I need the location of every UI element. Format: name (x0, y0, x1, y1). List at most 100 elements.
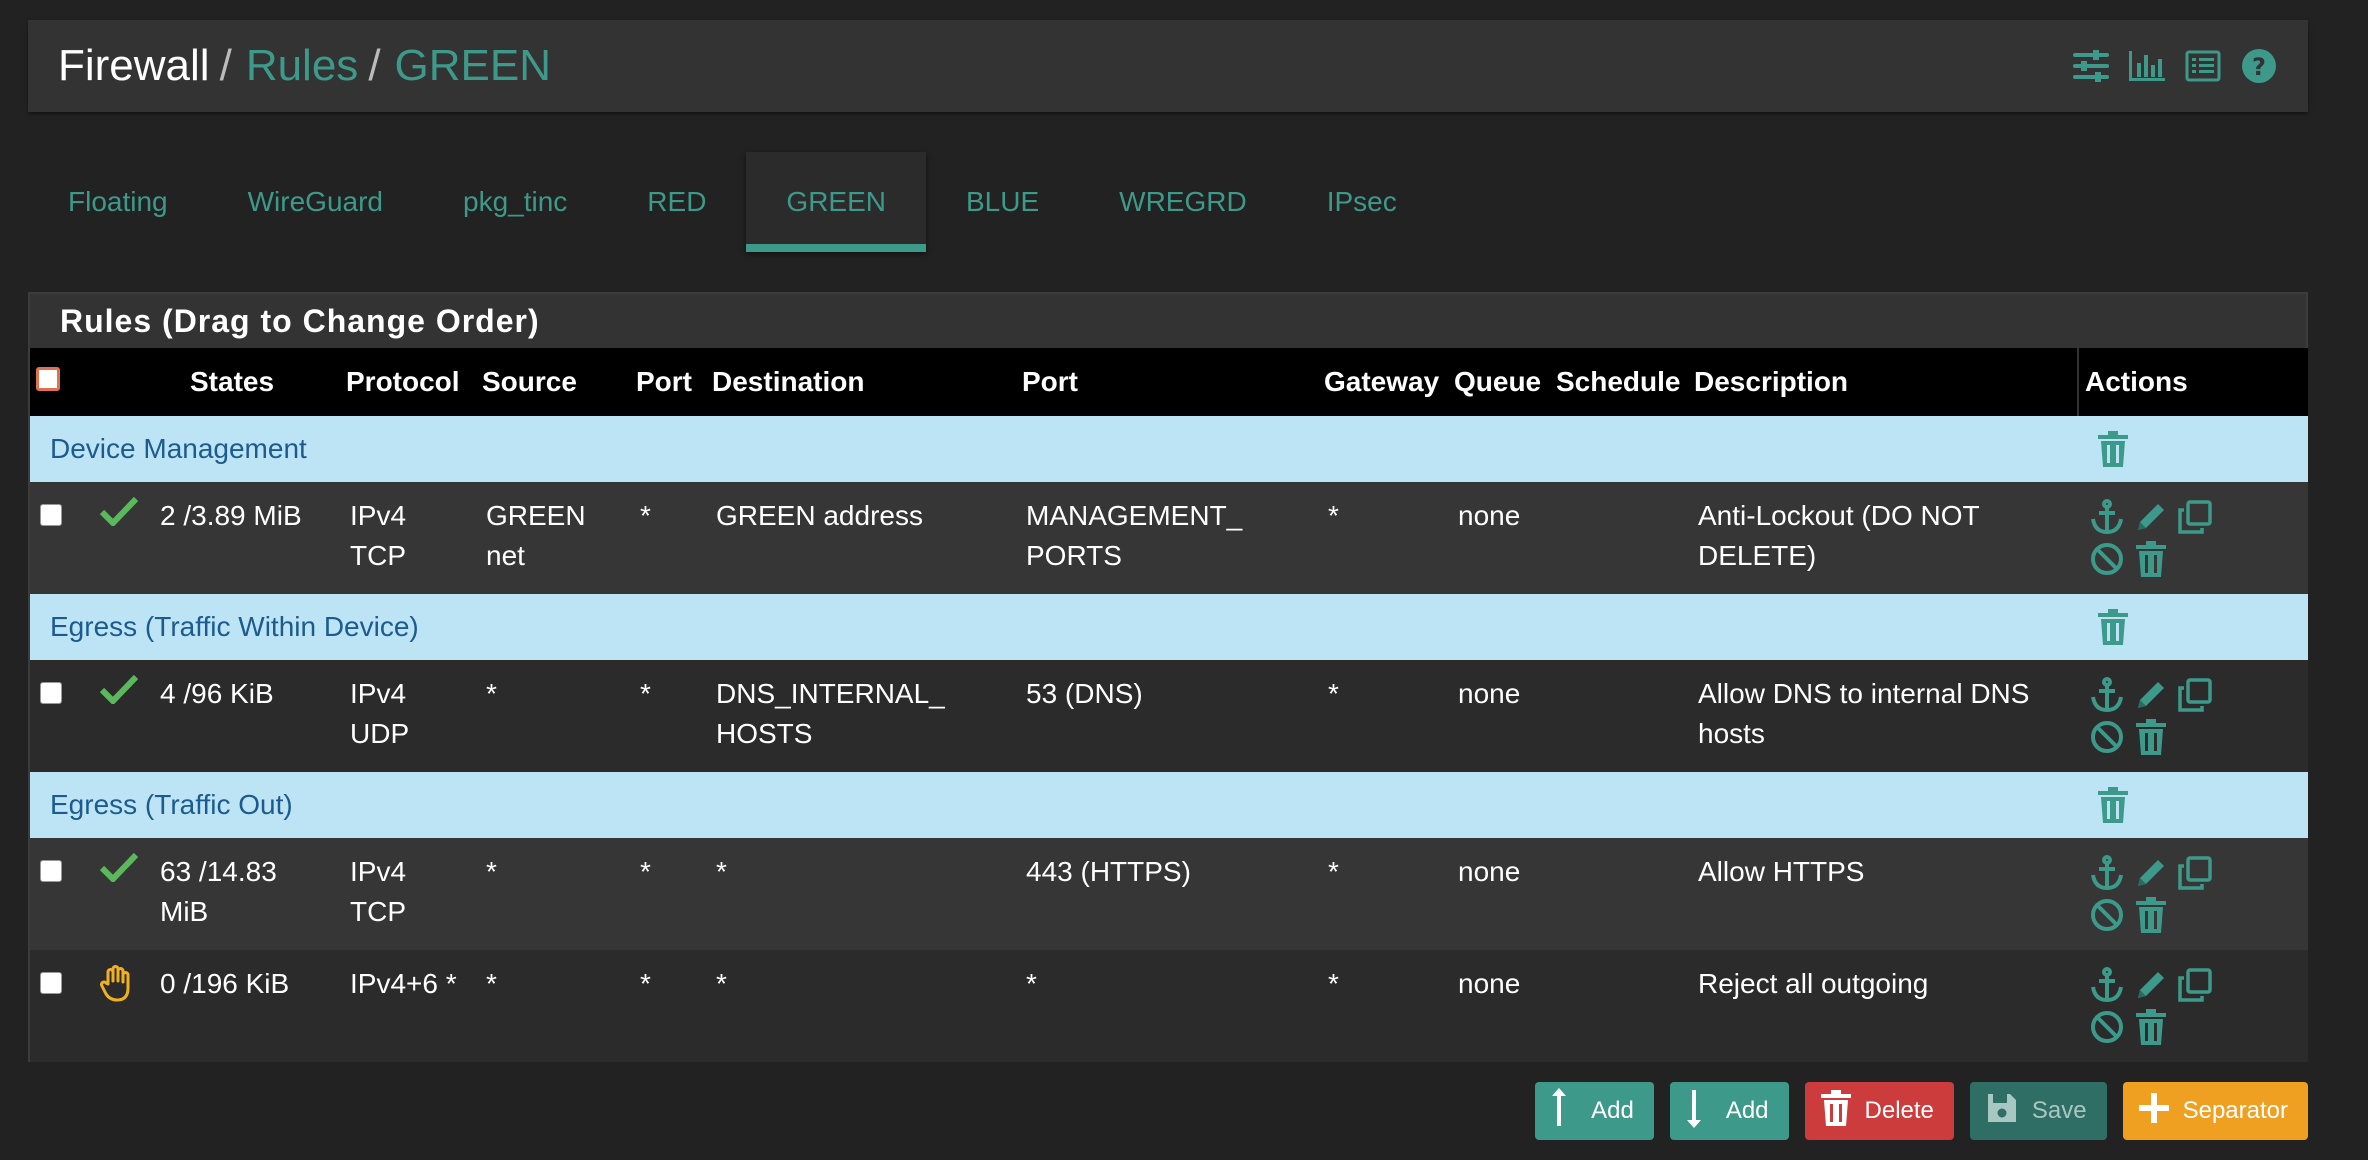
rule-row[interactable]: 4 /96 KiB IPv4 UDP * * DNS_INTERNAL_ HOSTS… (30, 660, 2308, 772)
copy-icon[interactable] (2176, 854, 2214, 892)
rule-source-port: * (640, 678, 651, 709)
trash-icon[interactable] (2132, 896, 2170, 934)
add-bottom-button[interactable]: Add (1669, 1082, 1789, 1140)
rule-dest-port-alias[interactable]: MANAGEMENT_ PORTS (1016, 482, 1318, 594)
protocol-line: TCP (350, 896, 406, 927)
add-separator-button[interactable]: Separator (2122, 1082, 2308, 1140)
anchor-icon[interactable] (2088, 498, 2126, 536)
rule-checkbox[interactable] (40, 860, 62, 882)
rule-states[interactable]: 0 /196 KiB (150, 950, 340, 1062)
pencil-icon[interactable] (2132, 498, 2170, 536)
tab-blue[interactable]: BLUE (926, 152, 1079, 252)
hand-stop-icon[interactable] (100, 965, 134, 1008)
rule-dest-port: 53 (DNS) (1026, 678, 1143, 709)
rule-checkbox[interactable] (40, 682, 62, 704)
rule-queue: none (1458, 968, 1521, 999)
rule-row[interactable]: 2 /3.89 MiB IPv4 TCP GREEN net * GREEN add… (30, 482, 2308, 594)
select-cell (30, 950, 90, 1062)
disable-icon[interactable] (2088, 896, 2126, 934)
select-all-checkbox[interactable] (36, 367, 60, 391)
tab-red[interactable]: RED (607, 152, 746, 252)
disable-icon[interactable] (2088, 540, 2126, 578)
separator-row[interactable]: Egress (Traffic Within Device) (30, 594, 2308, 660)
disable-icon[interactable] (2088, 718, 2126, 756)
select-cell (30, 838, 90, 950)
list-icon[interactable] (2184, 47, 2222, 85)
rule-row[interactable]: 0 /196 KiB IPv4+6 * * * * * * none Rejec… (30, 950, 2308, 1062)
anchor-icon[interactable] (2088, 854, 2126, 892)
check-icon[interactable] (99, 496, 139, 532)
col-actions: Actions (2077, 348, 2308, 416)
rule-row[interactable]: 63 /14.83 MiB IPv4 TCP * * * 443 (HTTPS) *… (30, 838, 2308, 950)
status-header (90, 348, 150, 416)
tab-pkg-tinc[interactable]: pkg_tinc (423, 152, 607, 252)
rule-checkbox[interactable] (40, 504, 62, 526)
breadcrumb-firewall: Firewall (58, 41, 210, 90)
rule-states[interactable]: 2 /3.89 MiB (150, 482, 340, 594)
tab-floating[interactable]: Floating (28, 152, 208, 252)
trash-icon[interactable] (2132, 718, 2170, 756)
help-icon[interactable]: ? (2240, 47, 2278, 85)
breadcrumb-rules[interactable]: Rules (246, 41, 359, 91)
add-bottom-label: Add (1725, 1097, 1769, 1124)
rule-states[interactable]: 63 /14.83 MiB (150, 838, 340, 950)
save-button[interactable]: Save (1969, 1082, 2107, 1140)
tab-ipsec[interactable]: IPsec (1287, 152, 1437, 252)
separator-row[interactable]: Egress (Traffic Out) (30, 772, 2308, 838)
separator-row[interactable]: Device Management (30, 416, 2308, 482)
check-icon[interactable] (99, 674, 139, 710)
breadcrumb-separator: / (219, 41, 232, 90)
copy-icon[interactable] (2176, 498, 2214, 536)
tab-wireguard[interactable]: WireGuard (208, 152, 423, 252)
rule-source-port: * (640, 500, 651, 531)
trash-icon[interactable] (2098, 609, 2308, 645)
protocol-line: IPv4 (350, 678, 407, 709)
separator-label: Device Management (50, 433, 307, 464)
col-states: States (190, 366, 275, 397)
rule-states[interactable]: 4 /96 KiB (150, 660, 340, 772)
rule-source: * (486, 678, 497, 709)
add-top-button[interactable]: Add (1535, 1082, 1654, 1140)
rule-destination: * (716, 968, 727, 999)
save-icon (1986, 1092, 2018, 1131)
anchor-icon[interactable] (2088, 966, 2126, 1004)
sliders-icon[interactable] (2072, 47, 2110, 85)
select-cell (30, 482, 90, 594)
bar-chart-icon[interactable] (2128, 47, 2166, 85)
rule-source: GREEN net (476, 482, 630, 594)
rule-destination: GREEN address (706, 482, 1016, 594)
rule-destination-alias[interactable]: DNS_INTERNAL_ HOSTS (706, 660, 1016, 772)
protocol-line: IPv4 (350, 856, 407, 887)
pencil-icon[interactable] (2132, 966, 2170, 1004)
trash-icon[interactable] (2098, 431, 2308, 467)
delete-button[interactable]: Delete (1804, 1082, 1954, 1140)
rule-source: * (486, 968, 497, 999)
protocol-line: IPv4 (350, 500, 407, 531)
select-cell (30, 660, 90, 772)
plus-icon (2138, 1092, 2169, 1130)
tab-green[interactable]: GREEN (746, 152, 926, 252)
description-line: hosts (1698, 718, 1765, 749)
page-header: Firewall / Rules / GREEN ? (28, 20, 2308, 112)
rule-actions (2078, 660, 2308, 772)
trash-icon[interactable] (2132, 540, 2170, 578)
rule-schedule (1550, 950, 1688, 1062)
anchor-icon[interactable] (2088, 676, 2126, 714)
breadcrumb-green[interactable]: GREEN (395, 41, 551, 91)
check-icon[interactable] (99, 852, 139, 888)
tab-wregrd[interactable]: WREGRD (1079, 152, 1287, 252)
rule-gateway: * (1328, 500, 1339, 531)
pencil-icon[interactable] (2132, 854, 2170, 892)
copy-icon[interactable] (2176, 966, 2214, 1004)
breadcrumb-separator: / (368, 41, 381, 90)
destination-line: GREEN address (716, 500, 923, 531)
rule-gateway: * (1328, 968, 1339, 999)
pencil-icon[interactable] (2132, 676, 2170, 714)
copy-icon[interactable] (2176, 676, 2214, 714)
rule-dest-port: * (1026, 968, 1037, 999)
disable-icon[interactable] (2088, 1008, 2126, 1046)
rule-queue: none (1458, 678, 1521, 709)
trash-icon[interactable] (2098, 787, 2308, 823)
rule-checkbox[interactable] (40, 972, 62, 994)
trash-icon[interactable] (2132, 1008, 2170, 1046)
